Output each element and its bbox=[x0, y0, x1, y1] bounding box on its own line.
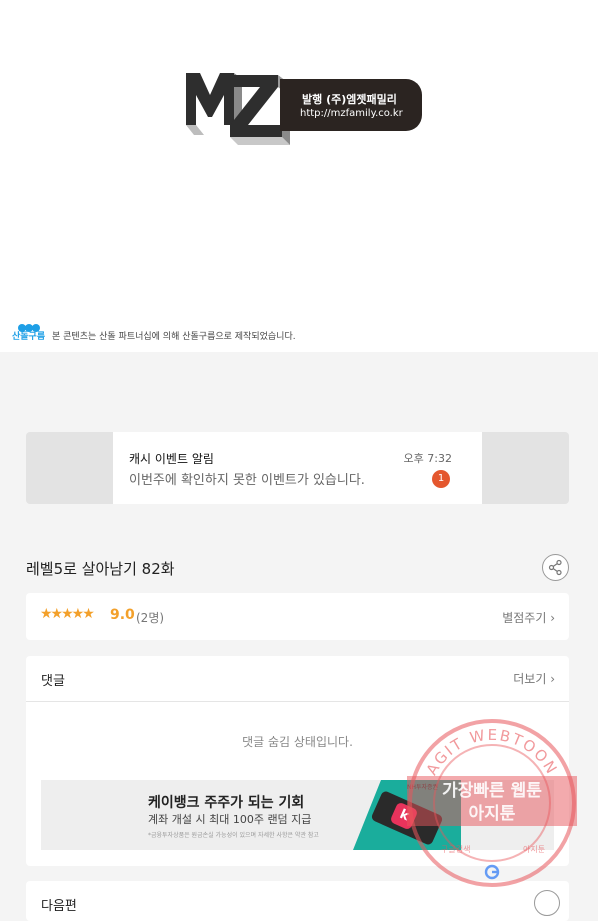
publisher-label: 발행 (주)엠젯패밀리 bbox=[302, 93, 397, 106]
share-icon bbox=[548, 559, 562, 576]
rating-count: (2명) bbox=[136, 611, 165, 625]
mz-logo-graphic bbox=[186, 73, 290, 145]
next-icon bbox=[534, 890, 560, 916]
credit-text: 본 콘텐츠는 산돌 파트너십에 의해 산돌구름으로 제작되었습니다. bbox=[52, 332, 296, 342]
watermark-line1: 가장빠른 웹툰 bbox=[442, 781, 542, 801]
notification-title: 캐시 이벤트 알림 bbox=[129, 452, 214, 466]
ad-subtitle: 계좌 개설 시 최대 100주 랜덤 지급 bbox=[148, 813, 312, 826]
episode-title: 레벨5로 살아남기 82화 bbox=[26, 560, 175, 578]
rating-score: 9.0 bbox=[110, 607, 135, 623]
publisher-tag: 발행 (주)엠젯패밀리 http://mzfamily.co.kr bbox=[280, 79, 422, 131]
google-icon bbox=[484, 864, 500, 880]
publisher-url: http://mzfamily.co.kr bbox=[300, 108, 403, 119]
publisher-logo: 발행 (주)엠젯패밀리 http://mzfamily.co.kr bbox=[180, 65, 425, 160]
watermark-line2: 아지툰 bbox=[469, 804, 516, 824]
notification-message: 이번주에 확인하지 못한 이벤트가 있습니다. bbox=[129, 473, 365, 488]
font-credit: 산돌구름 본 콘텐츠는 산돌 파트너십에 의해 산돌구름으로 제작되었습니다. bbox=[12, 316, 412, 346]
give-rating-button[interactable]: 별점주기 › bbox=[502, 609, 555, 626]
notification-time: 오후 7:32 bbox=[403, 452, 452, 465]
publisher-banner: 발행 (주)엠젯패밀리 http://mzfamily.co.kr 산돌구름 본… bbox=[0, 0, 598, 352]
rating-stars-icon: ★★★★★ bbox=[40, 606, 95, 622]
ad-title: 케이뱅크 주주가 되는 기회 bbox=[148, 795, 305, 811]
comments-header: 댓글 더보기 › bbox=[26, 656, 569, 702]
share-button[interactable] bbox=[542, 554, 569, 581]
ad-fineprint: *금융투자상품은 원금손실 가능성이 있으며 자세한 사항은 약관 참고 bbox=[148, 832, 319, 839]
watermark-stamp: AGIT WEBTOON 가장빠른 웹툰 아지툰 구글검색 아지툰 bbox=[407, 719, 577, 887]
watermark-right-small: 아지툰 bbox=[523, 844, 545, 854]
next-episode-title: 다음편 bbox=[41, 899, 77, 914]
rating-bar: ★★★★★ 9.0 (2명) 별점주기 › bbox=[26, 593, 569, 640]
notification-badge: 1 bbox=[432, 470, 450, 488]
credit-brand: 산돌구름 bbox=[12, 332, 46, 342]
notification-banner[interactable]: 캐시 이벤트 알림 이번주에 확인하지 못한 이벤트가 있습니다. 오후 7:3… bbox=[26, 432, 569, 504]
notification-card[interactable]: 캐시 이벤트 알림 이번주에 확인하지 못한 이벤트가 있습니다. 오후 7:3… bbox=[113, 432, 482, 504]
watermark-left-small: 구글검색 bbox=[441, 844, 470, 854]
comments-title: 댓글 bbox=[41, 674, 65, 689]
comments-more-button[interactable]: 더보기 › bbox=[513, 670, 555, 687]
